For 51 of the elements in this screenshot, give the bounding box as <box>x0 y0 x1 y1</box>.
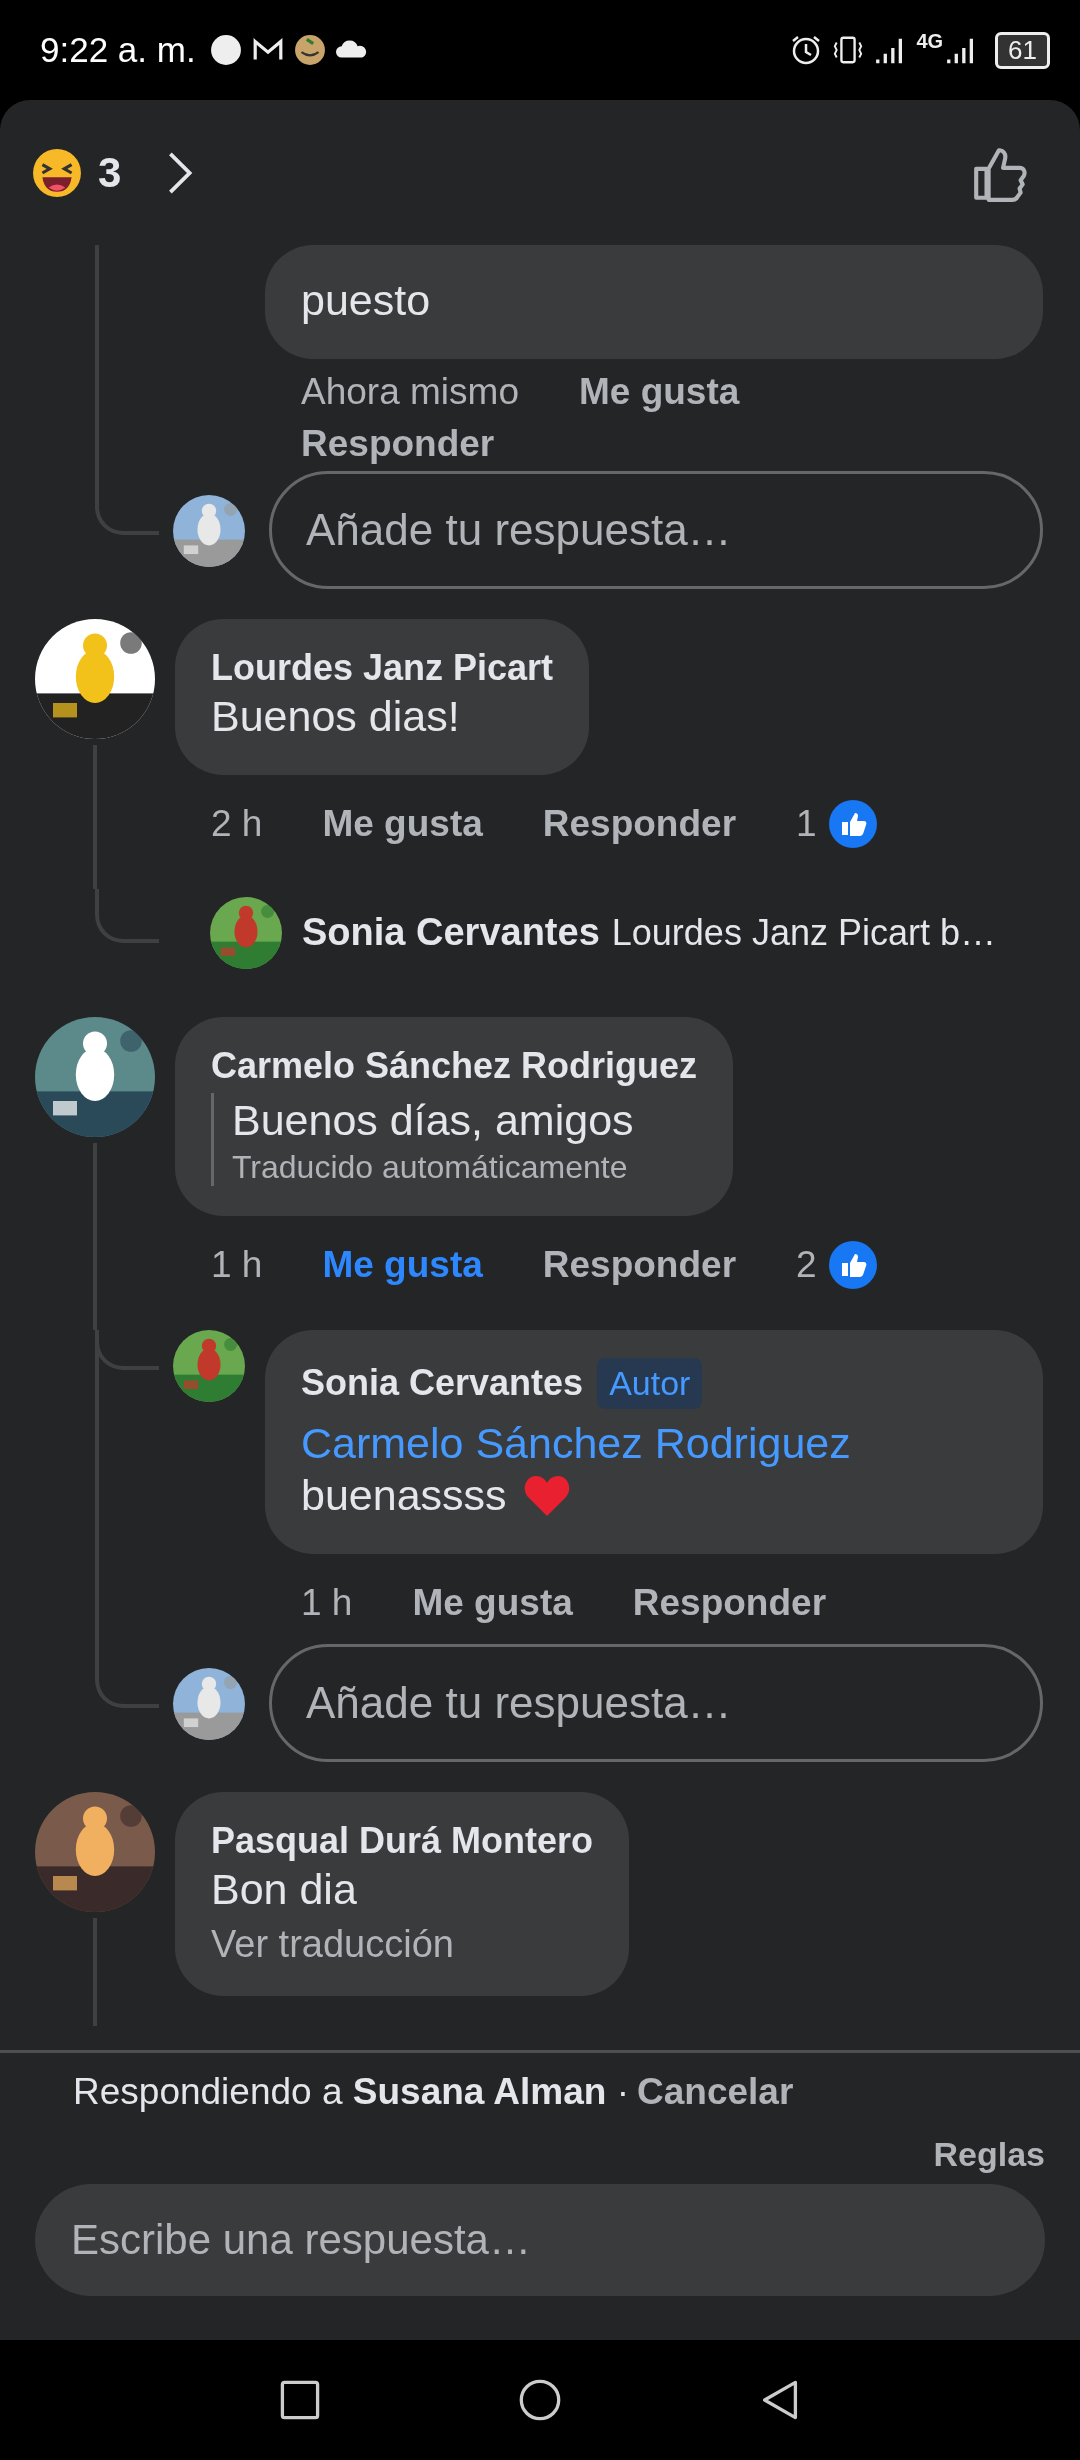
like-button[interactable]: Me gusta <box>322 802 483 845</box>
comment-time: 2 h <box>211 802 263 845</box>
thread-connector <box>95 888 159 943</box>
author-name[interactable]: Pasqual Durá Montero <box>211 1819 594 1862</box>
reply-button[interactable]: Responder <box>542 802 737 845</box>
comment-time: Ahora mismo <box>301 370 519 413</box>
comment-text: Buenos dias! <box>211 690 461 742</box>
battery-icon: 61 <box>995 31 1050 69</box>
reply-input-field[interactable]: Escribe una respuesta… <box>35 2184 1045 2296</box>
rules-link[interactable]: Reglas <box>933 2135 1045 2174</box>
app-icon <box>293 34 326 66</box>
reply-button[interactable]: Responder <box>632 1581 827 1624</box>
comment-text: Buenos días, amigos <box>232 1094 635 1146</box>
like-reaction-icon <box>828 799 877 848</box>
comment-time: 1 h <box>211 1243 263 1286</box>
reply-input-field[interactable]: Añade tu respuesta… <box>269 470 1043 589</box>
status-time: 9:22 a. m. <box>40 30 196 70</box>
reaction-count: 2 <box>796 1243 817 1286</box>
reply-button[interactable]: Responder <box>542 1243 737 1286</box>
mention-link[interactable]: Carmelo Sánchez Rodriguez <box>301 1418 1007 1468</box>
author-badge: Autor <box>597 1357 703 1409</box>
see-translation-link[interactable]: Ver traducción <box>211 1923 454 1967</box>
recent-apps-icon[interactable] <box>278 2378 322 2422</box>
author-name[interactable]: Sonia Cervantes <box>302 911 600 955</box>
laughing-emoji-icon <box>32 147 82 198</box>
author-name[interactable]: Carmelo Sánchez Rodriguez <box>211 1044 698 1087</box>
author-name[interactable]: Sonia Cervantes <box>301 1362 584 1405</box>
reaction-count: 1 <box>796 802 817 845</box>
notification-dot-icon <box>209 34 242 66</box>
comment-time: 1 h <box>301 1581 353 1624</box>
like-button[interactable]: Me gusta <box>578 370 740 413</box>
vibrate-icon <box>832 34 865 66</box>
reaction-count: 3 <box>98 148 122 197</box>
thread-connector <box>95 1667 159 1708</box>
author-name[interactable]: Lourdes Janz Picart <box>211 646 554 689</box>
cancel-link[interactable]: Cancelar <box>637 2071 794 2113</box>
replying-to-text: Respondiendo a Susana Alman · <box>73 2071 629 2113</box>
like-button[interactable]: Me gusta <box>412 1581 573 1624</box>
like-reaction-icon <box>828 1240 877 1289</box>
comment-text: puesto <box>301 275 432 326</box>
translation-note: Traducido automáticamente <box>232 1148 629 1186</box>
thread-connector <box>95 494 159 535</box>
reply-preview-text[interactable]: Lourdes Janz Picart b… <box>611 911 996 954</box>
comment-text: buenassss <box>301 1469 507 1521</box>
heart-icon <box>522 1473 571 1518</box>
like-button[interactable]: Me gusta <box>322 1243 483 1286</box>
reply-input-field[interactable]: Añade tu respuesta… <box>269 1643 1043 1762</box>
comment-text: Bon dia <box>211 1863 358 1915</box>
network-type: 4G <box>916 30 944 53</box>
reply-button[interactable]: Responder <box>301 422 495 465</box>
home-icon[interactable] <box>518 2378 562 2422</box>
